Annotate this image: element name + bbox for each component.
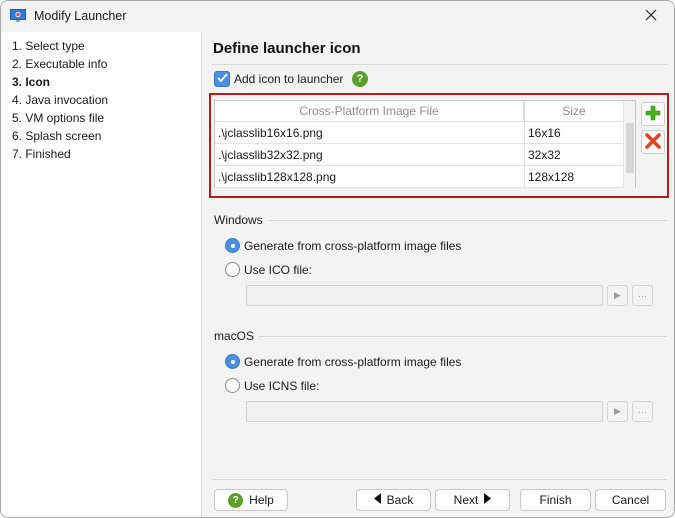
table-row[interactable]: .\jclasslib32x32.png 32x32 (215, 144, 624, 166)
window-title: Modify Launcher (34, 9, 127, 23)
title-bar: Modify Launcher (1, 1, 674, 32)
cancel-button-label: Cancel (611, 493, 650, 507)
macos-use-icns-label[interactable]: Use ICNS file: (244, 379, 319, 393)
macos-use-icns-radio[interactable] (225, 378, 240, 393)
ico-open-button[interactable]: ▶ (607, 285, 628, 306)
finish-button-label: Finish (539, 493, 572, 507)
step-executable-info[interactable]: 2. Executable info (12, 57, 107, 71)
macos-group-divider (259, 336, 667, 337)
page-title: Define launcher icon (213, 40, 361, 57)
ico-file-input[interactable] (246, 285, 603, 306)
cell-size: 32x32 (528, 148, 561, 162)
ico-browse-button[interactable]: ··· (632, 285, 653, 306)
finish-button[interactable]: Finish (520, 489, 591, 511)
windows-generate-label[interactable]: Generate from cross-platform image files (244, 239, 461, 253)
ellipsis-icon: ··· (638, 406, 647, 417)
column-header-file[interactable]: Cross-Platform Image File (215, 101, 524, 122)
table-scrollbar[interactable] (623, 101, 635, 188)
step-java-invocation[interactable]: 4. Java invocation (12, 93, 108, 107)
column-divider (524, 101, 525, 188)
step-select-type[interactable]: 1. Select type (12, 39, 85, 53)
column-header-size[interactable]: Size (524, 101, 624, 122)
main-panel: Define launcher icon Add icon to launche… (202, 32, 674, 517)
back-button[interactable]: Back (356, 489, 431, 511)
modify-launcher-dialog: Modify Launcher 1. Select type 2. Execut… (0, 0, 675, 518)
windows-group-divider (269, 220, 667, 221)
macos-generate-radio[interactable] (225, 354, 240, 369)
scrollbar-thumb[interactable] (626, 123, 634, 173)
footer-divider (212, 479, 667, 480)
cell-file: .\jclasslib128x128.png (218, 170, 337, 184)
cell-file: .\jclasslib32x32.png (218, 148, 323, 162)
help-icon: ? (228, 492, 244, 508)
next-button[interactable]: Next (435, 489, 510, 511)
icns-file-input[interactable] (246, 401, 603, 422)
back-button-label: Back (386, 493, 414, 507)
add-image-button[interactable] (641, 102, 665, 126)
cancel-button[interactable]: Cancel (595, 489, 666, 511)
image-files-table: Cross-Platform Image File Size .\jclassl… (214, 100, 636, 188)
next-button-label: Next (453, 493, 479, 507)
wizard-steps-sidebar: 1. Select type 2. Executable info 3. Ico… (1, 32, 202, 517)
cell-size: 16x16 (528, 126, 561, 140)
delete-x-icon (645, 132, 661, 152)
table-header: Cross-Platform Image File Size (215, 101, 624, 122)
remove-image-button[interactable] (641, 130, 665, 154)
step-icon[interactable]: 3. Icon (12, 75, 50, 89)
title-divider (212, 64, 667, 65)
step-vm-options-file[interactable]: 5. VM options file (12, 111, 104, 125)
step-finished[interactable]: 7. Finished (12, 147, 71, 161)
checkmark-icon (216, 72, 228, 86)
add-icon-checkbox[interactable] (214, 71, 230, 87)
ellipsis-icon: ··· (638, 290, 647, 301)
macos-generate-label[interactable]: Generate from cross-platform image files (244, 355, 461, 369)
macos-group-label: macOS (214, 329, 255, 343)
cell-file: .\jclasslib16x16.png (218, 126, 323, 140)
help-button-label: Help (249, 493, 274, 507)
monitor-icon (10, 9, 26, 22)
plus-icon (645, 105, 661, 124)
windows-use-ico-radio[interactable] (225, 262, 240, 277)
help-icon[interactable]: ? (352, 71, 368, 87)
add-icon-label[interactable]: Add icon to launcher (234, 72, 343, 86)
cell-size: 128x128 (528, 170, 575, 184)
play-arrow-icon: ▶ (614, 406, 621, 416)
step-splash-screen[interactable]: 6. Splash screen (12, 129, 101, 143)
windows-generate-radio[interactable] (225, 238, 240, 253)
table-row[interactable]: .\jclasslib16x16.png 16x16 (215, 122, 624, 144)
windows-use-ico-label[interactable]: Use ICO file: (244, 263, 312, 277)
icns-browse-button[interactable]: ··· (632, 401, 653, 422)
table-row[interactable]: .\jclasslib128x128.png 128x128 (215, 166, 624, 188)
close-icon (645, 9, 657, 24)
close-button[interactable] (628, 1, 674, 32)
windows-group-label: Windows (214, 213, 263, 227)
icns-open-button[interactable]: ▶ (607, 401, 628, 422)
arrow-left-icon (373, 493, 381, 507)
play-arrow-icon: ▶ (614, 290, 621, 300)
help-button[interactable]: ? Help (214, 489, 288, 511)
arrow-right-icon (484, 493, 492, 507)
